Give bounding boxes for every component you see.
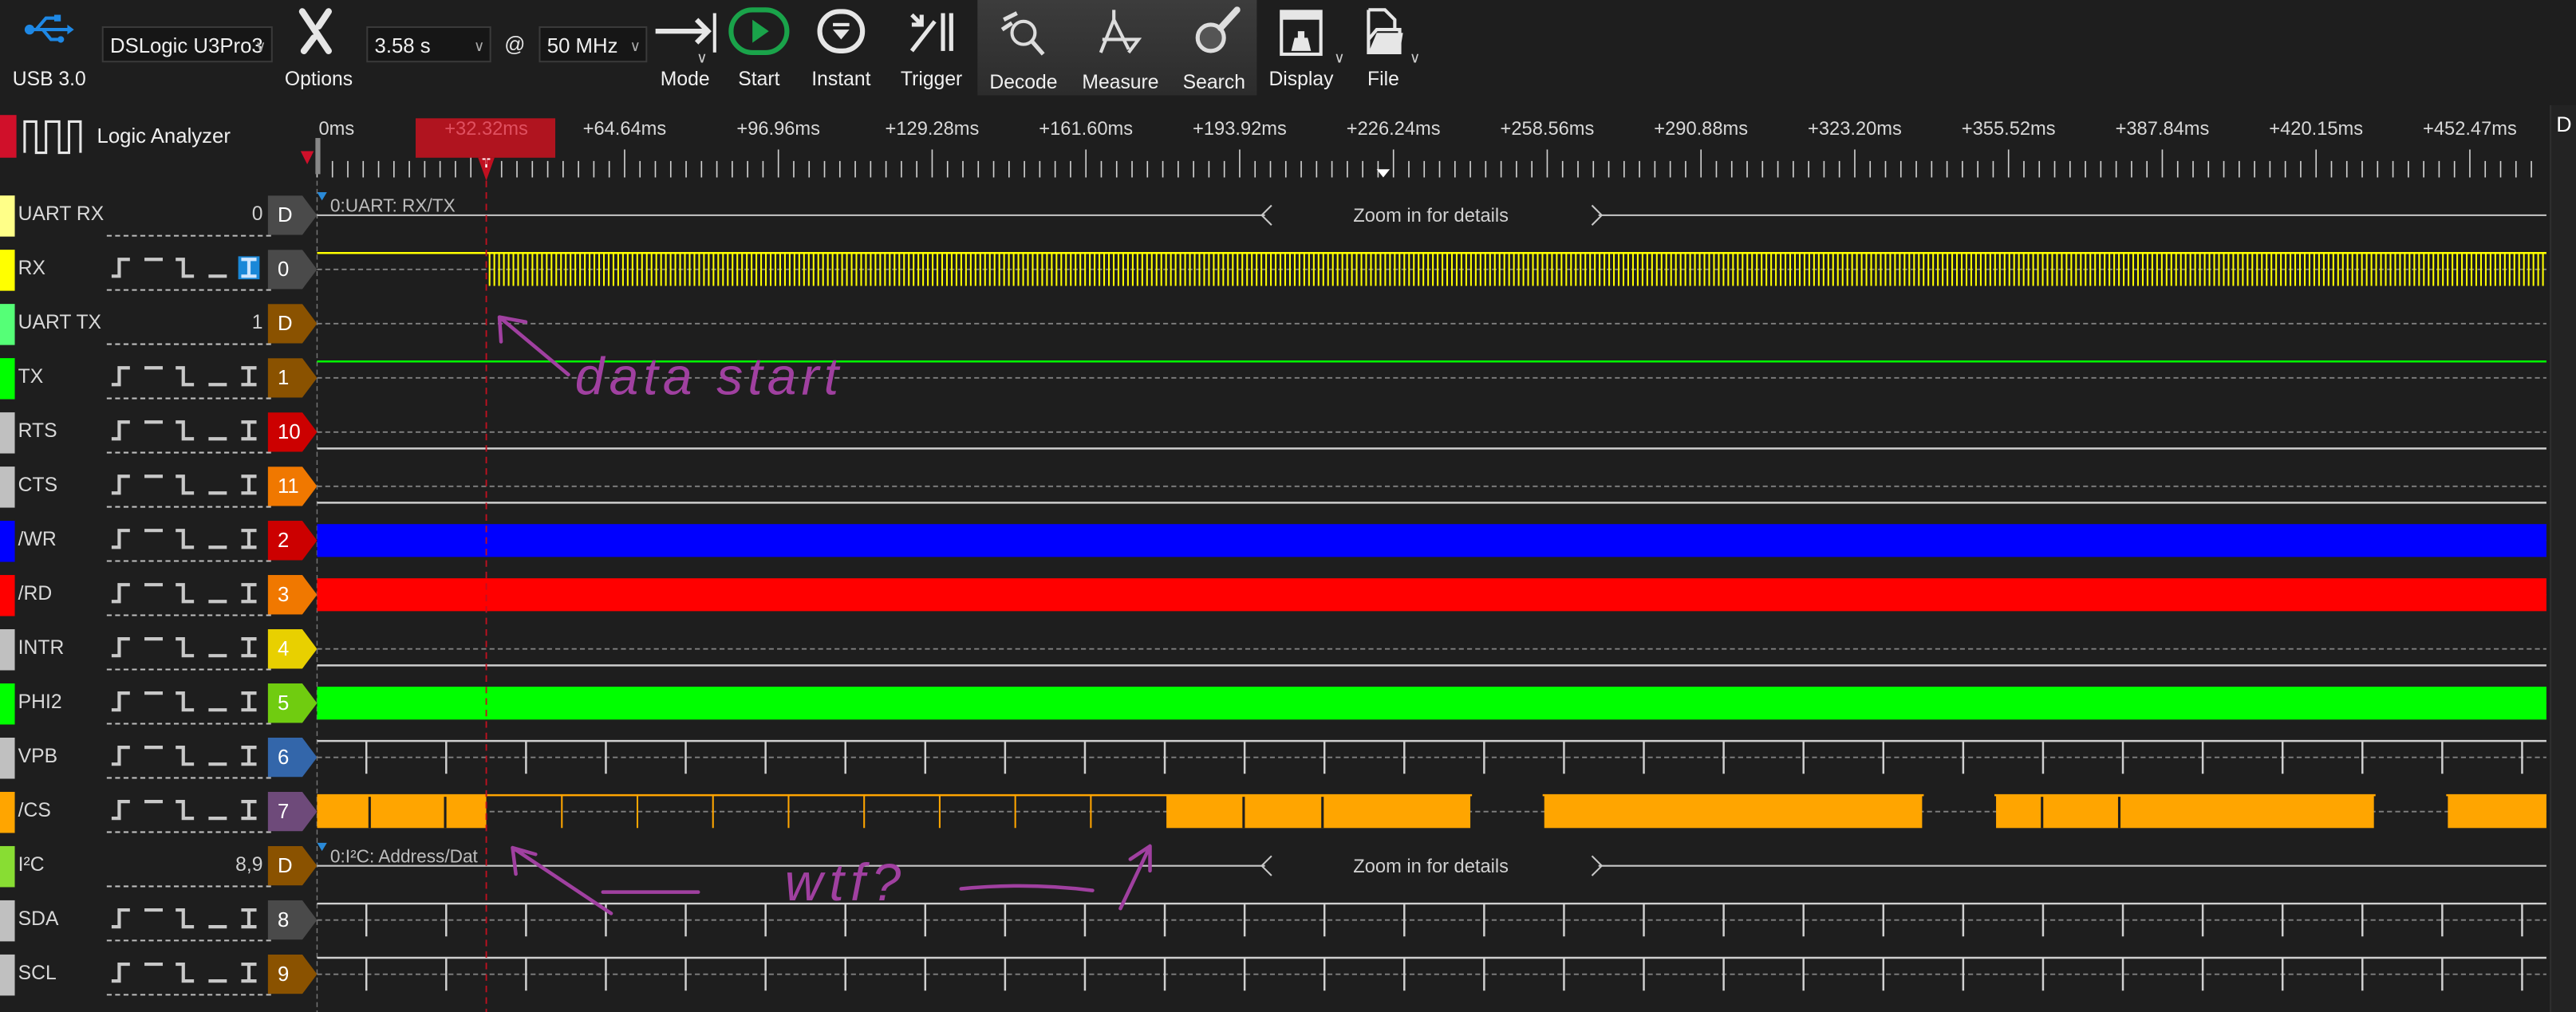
ruler-label: +64.64ms — [583, 119, 667, 140]
signal-gap — [1472, 793, 1543, 799]
app-window: USB 3.0 DSLogic U3Pro3 ∨ Options 3.58 s ∨ … — [0, 0, 2576, 1012]
waveform--cs — [317, 793, 2546, 829]
signal-dense-block — [1544, 795, 1923, 829]
signal-dense-block — [317, 687, 2546, 720]
waveform-i-c: 0:I²C: Address/Dat Zoom in for details — [317, 842, 2546, 877]
signal-dense-block — [317, 524, 2546, 557]
dock-title: D — [2556, 112, 2572, 136]
start-marker-icon — [300, 151, 314, 165]
wtf-right-arrow-icon — [959, 844, 1152, 911]
ruler-label: +290.88ms — [1654, 119, 1748, 140]
waveform-view[interactable]: 0ms +32.32ms +64.64ms +96.96ms +129.28ms +161… — [0, 0, 2550, 1012]
signal-dense-block — [2448, 795, 2546, 829]
ruler-label: +323.20ms — [1808, 119, 1902, 140]
waveform--rd — [317, 578, 2546, 612]
signal-dense-block — [317, 795, 487, 829]
handwritten-annotations — [497, 315, 1152, 916]
waveform-rts — [317, 431, 2546, 450]
signal-dense-block — [317, 578, 2546, 612]
trigger-time-label: +32.32ms — [444, 119, 528, 140]
start-cursor-handle — [315, 138, 321, 175]
waveform-scl — [317, 956, 2546, 991]
right-dock-panel: D — [2550, 104, 2576, 1012]
data-start-annotation: data start — [575, 346, 843, 405]
ruler-label: 0ms — [319, 119, 355, 140]
decoder-label: 0:I²C: Address/Dat — [330, 846, 479, 867]
signal-dense-block — [1996, 795, 2374, 829]
waveform-phi2 — [317, 687, 2546, 720]
ruler-label: +387.84ms — [2116, 119, 2210, 140]
waveform-cts — [317, 485, 2546, 504]
waveform-rx — [317, 252, 2546, 286]
ruler-label: +452.47ms — [2423, 119, 2517, 140]
waveform--wr — [317, 524, 2546, 557]
waveform-vpb — [317, 739, 2546, 774]
waveform-intr — [317, 648, 2546, 667]
wtf-annotation: wtf? — [785, 853, 908, 912]
ruler-label: +161.60ms — [1039, 119, 1133, 140]
decoder-flag-icon — [317, 842, 327, 852]
signal-gap — [1923, 793, 1994, 799]
ruler-label: +96.96ms — [736, 119, 820, 140]
signal-gap — [2375, 793, 2447, 799]
decoder-label: 0:UART: RX/TX — [330, 195, 456, 216]
zoom-hint: Zoom in for details — [1353, 206, 1509, 226]
ruler-label: +355.52ms — [1962, 119, 2056, 140]
ruler-label: +420.15ms — [2269, 119, 2363, 140]
waveform-uart-rx: 0:UART: RX/TX Zoom in for details — [317, 192, 2546, 226]
ruler-label: +193.92ms — [1193, 119, 1287, 140]
waveform-sda — [317, 902, 2546, 937]
ruler-label: +258.56ms — [1501, 119, 1595, 140]
data-start-arrow-icon — [497, 315, 570, 376]
signal-dense-block — [1166, 795, 1471, 829]
zoom-hint: Zoom in for details — [1353, 856, 1509, 877]
ruler-label: +226.24ms — [1347, 119, 1441, 140]
decoder-flag-icon — [317, 192, 327, 201]
ruler-label: +129.28ms — [886, 119, 980, 140]
